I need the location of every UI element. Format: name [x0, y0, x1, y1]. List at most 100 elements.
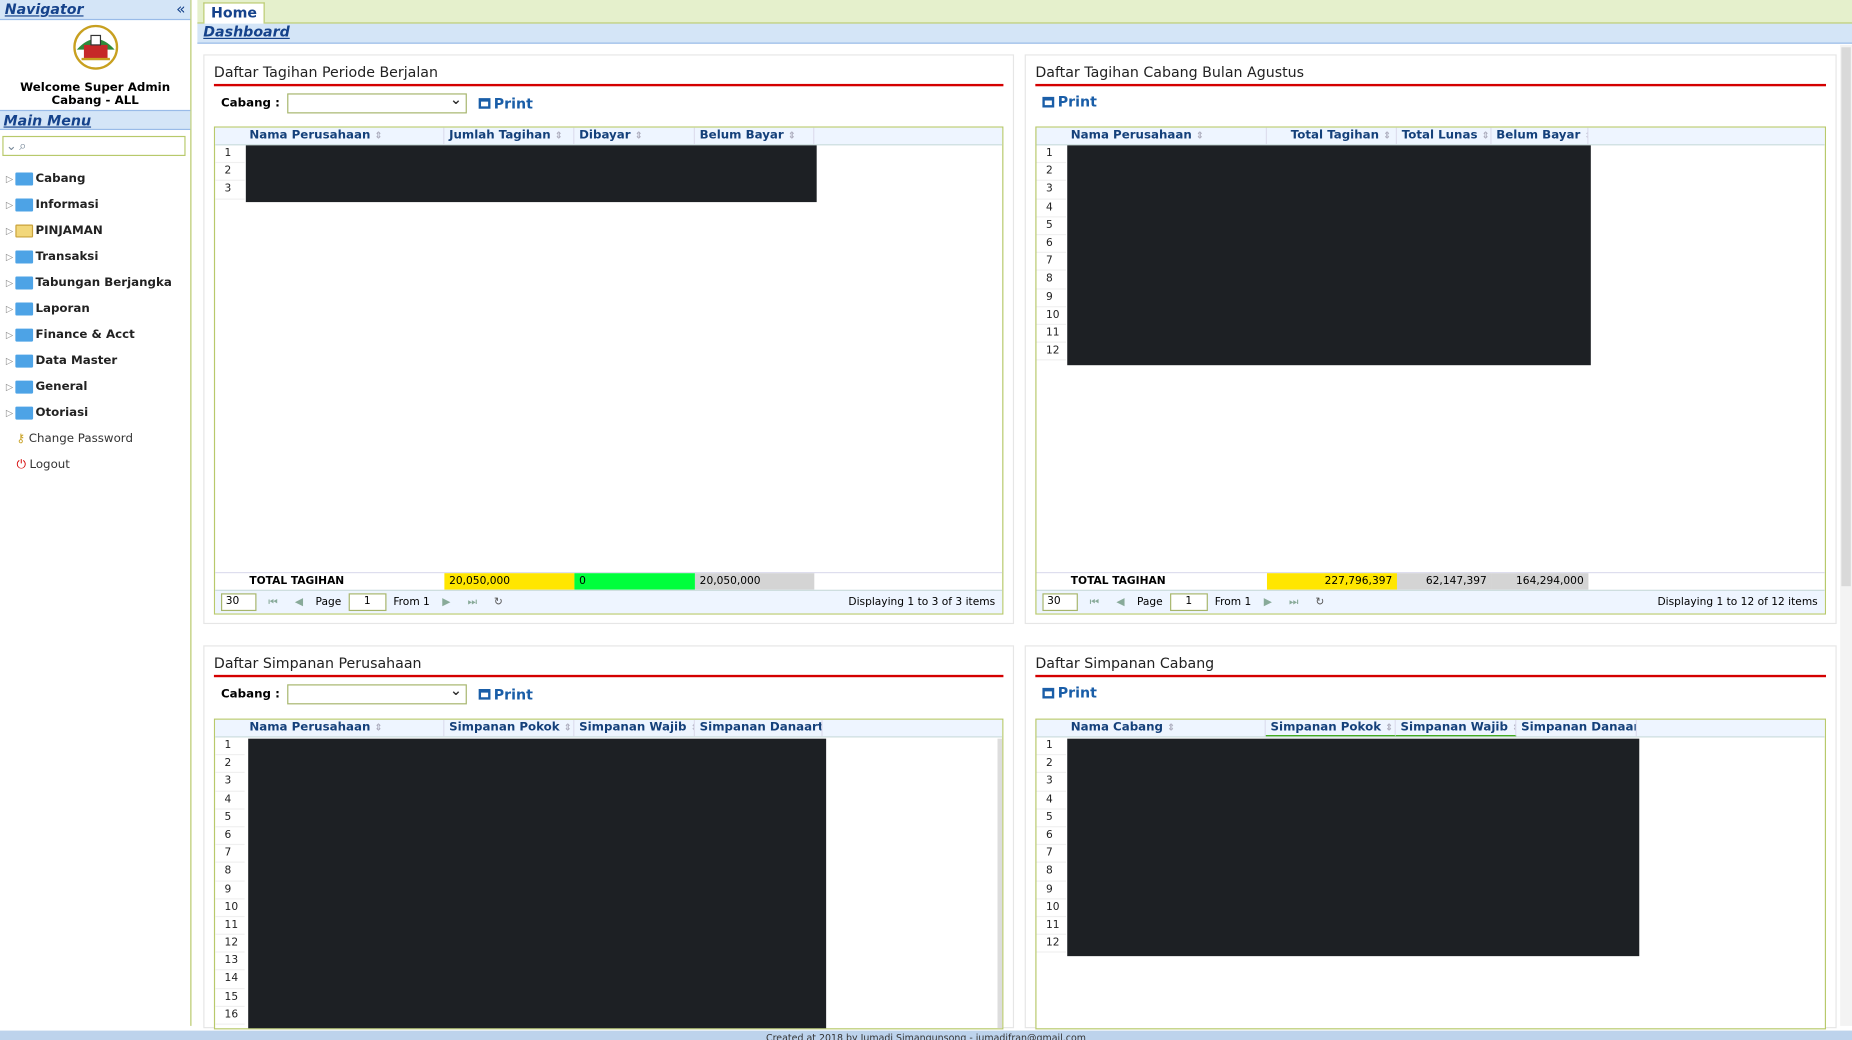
expand-arrow-icon[interactable]: ▷ [6, 277, 15, 288]
menu-item-data-master[interactable]: ▷ Data Master [0, 347, 190, 373]
sort-icon: ⇕ [787, 130, 796, 141]
menu-item-finance-acct[interactable]: ▷ Finance & Acct [0, 321, 190, 347]
filter-label: Cabang : [221, 96, 280, 110]
welcome-branch: Cabang - ALL [51, 94, 139, 108]
col-simpanan-wajib[interactable]: Simpanan Wajib ⇕ [1395, 719, 1517, 737]
refresh-icon[interactable]: ↻ [489, 596, 508, 608]
menu-item-laporan[interactable]: ▷ Laporan [0, 295, 190, 321]
expand-arrow-icon[interactable]: ▷ [6, 329, 15, 340]
col-simpanan-danaarta[interactable]: Simpanan Danaar... [1516, 719, 1637, 737]
expand-arrow-icon[interactable]: ▷ [6, 225, 15, 236]
col-nama-perusahaan[interactable]: Nama Perusahaan ⇕ [1066, 127, 1267, 145]
folder-open-icon [15, 223, 34, 237]
sort-icon: ⇕ [554, 130, 563, 141]
col-belum-bayar[interactable]: Belum Bayar ⇕ [695, 127, 815, 145]
menu-item-tabungan-berjangka[interactable]: ▷ Tabungan Berjangka [0, 269, 190, 295]
panel-title: Daftar Tagihan Cabang Bulan Agustus [1035, 63, 1827, 87]
menu-item-informasi[interactable]: ▷ Informasi [0, 191, 190, 217]
sort-icon: ⇕ [634, 130, 643, 141]
expand-arrow-icon[interactable]: ▷ [6, 355, 15, 366]
row-number: 6 [1036, 235, 1067, 254]
page-label: Page [1136, 596, 1163, 609]
expand-arrow-icon[interactable]: ▷ [6, 407, 15, 418]
panel-title: Daftar Simpanan Cabang [1035, 654, 1827, 678]
expand-arrow-icon[interactable]: ▷ [6, 173, 15, 184]
row-number: 8 [1036, 863, 1067, 882]
col-belum-bayar[interactable]: Belum Bayar ⇕ [1492, 127, 1589, 145]
print-button[interactable]: Print [1042, 684, 1097, 701]
print-button[interactable]: Print [478, 95, 533, 112]
next-page-icon[interactable]: ▶ [1258, 596, 1277, 608]
row-number: 3 [215, 773, 245, 792]
panel-simpanan-perusahaan: Daftar Simpanan Perusahaan Cabang : Prin… [203, 645, 1015, 1030]
col-total-lunas[interactable]: Total Lunas ⇕ [1397, 127, 1492, 145]
print-button[interactable]: Print [478, 686, 533, 703]
expand-arrow-icon[interactable]: ▷ [6, 251, 15, 262]
page-size-select[interactable]: 30 [221, 593, 257, 612]
col-simpanan-pokok[interactable]: Simpanan Pokok ⇕ [444, 719, 575, 737]
cabang-select[interactable] [286, 91, 467, 114]
breadcrumb-dashboard[interactable]: Dashboard [203, 24, 289, 41]
tab-home[interactable]: Home [203, 2, 265, 25]
print-icon [478, 689, 491, 700]
menu-item-otoriasi[interactable]: ▷ Otoriasi [0, 399, 190, 425]
page-size-select[interactable]: 30 [1042, 593, 1078, 612]
totals-row: TOTAL TAGIHAN 20,050,000 0 20,050,000 [215, 572, 1003, 590]
menu-item-cabang[interactable]: ▷ Cabang [0, 165, 190, 191]
breadcrumb: Dashboard [197, 23, 1852, 44]
page-input[interactable]: 1 [348, 593, 387, 612]
row-number: 9 [1036, 289, 1067, 307]
page-scrollbar[interactable] [1840, 44, 1852, 1026]
expand-arrow-icon[interactable]: ▷ [6, 199, 15, 210]
total-belum: 164,294,000 [1491, 573, 1589, 590]
menu-item-logout[interactable]: ⏻ Logout [0, 451, 190, 477]
pager: 30 ⏮ ◀ Page 1 From 1 ▶ ⏭ ↻ Displaying 1 … [215, 589, 1003, 614]
last-page-icon[interactable]: ⏭ [1284, 596, 1303, 608]
refresh-icon[interactable]: ↻ [1310, 596, 1329, 608]
page-input[interactable]: 1 [1169, 593, 1208, 612]
prev-page-icon[interactable]: ◀ [1111, 596, 1130, 608]
menu-item-pinjaman[interactable]: ▷ PINJAMAN [0, 217, 190, 243]
menu-search-box[interactable]: ⌄ ⌕ [2, 135, 186, 157]
menu-item-label: Change Password [28, 431, 133, 445]
col-nama-perusahaan[interactable]: Nama Perusahaan ⇕ [245, 719, 445, 737]
row-numbers: 1 2 3 4 5 6 7 8 9 10 11 12 [1036, 145, 1067, 361]
menu-item-transaksi[interactable]: ▷ Transaksi [0, 243, 190, 269]
sort-icon: ⇕ [1195, 130, 1204, 141]
pager-info: Displaying 1 to 12 of 12 items [1657, 596, 1818, 609]
col-nama-cabang[interactable]: Nama Cabang ⇕ [1066, 719, 1266, 737]
menu-item-general[interactable]: ▷ General [0, 373, 190, 399]
cabang-select[interactable] [286, 682, 467, 705]
print-label: Print [1057, 93, 1097, 110]
expand-arrow-icon[interactable]: ▷ [6, 381, 15, 392]
menu-item-label: General [35, 379, 88, 393]
menu-item-change-password[interactable]: ⚷ Change Password [0, 425, 190, 451]
grid-header: Nama Perusahaan ⇕ Jumlah Tagihan ⇕ Dibay… [215, 127, 1003, 146]
row-number: 2 [1036, 163, 1067, 182]
first-page-icon[interactable]: ⏮ [264, 596, 283, 608]
col-total-tagihan[interactable]: Total Tagihan ⇕ [1267, 127, 1397, 145]
prev-page-icon[interactable]: ◀ [290, 596, 309, 608]
row-number: 2 [215, 163, 245, 182]
row-number: 5 [1036, 809, 1067, 828]
first-page-icon[interactable]: ⏮ [1085, 596, 1104, 608]
col-simpanan-danaarta[interactable]: Simpanan Danaarta ⇕ [695, 719, 823, 737]
col-jumlah-tagihan[interactable]: Jumlah Tagihan ⇕ [444, 127, 575, 145]
collapse-icon[interactable]: « [176, 2, 185, 17]
total-jumlah: 20,050,000 [444, 573, 575, 590]
col-nama-perusahaan[interactable]: Nama Perusahaan ⇕ [245, 127, 445, 145]
col-dibayar[interactable]: Dibayar ⇕ [574, 127, 695, 145]
scrollbar-thumb[interactable] [1841, 47, 1851, 587]
navigator-header: Navigator « [0, 0, 191, 21]
col-simpanan-pokok[interactable]: Simpanan Pokok ⇕ [1265, 719, 1396, 737]
panel-title: Daftar Simpanan Perusahaan [213, 654, 1004, 678]
next-page-icon[interactable]: ▶ [437, 596, 456, 608]
expand-arrow-icon[interactable]: ▷ [6, 303, 15, 314]
print-button[interactable]: Print [1042, 93, 1097, 110]
menu-item-label: Finance & Acct [35, 327, 135, 341]
last-page-icon[interactable]: ⏭ [463, 596, 482, 608]
grid-scrollbar[interactable] [997, 738, 1003, 1029]
chevron-down-icon[interactable]: ⌄ [6, 138, 17, 153]
col-simpanan-wajib[interactable]: Simpanan Wajib ⇕ [574, 719, 695, 737]
row-number: 5 [215, 809, 245, 828]
